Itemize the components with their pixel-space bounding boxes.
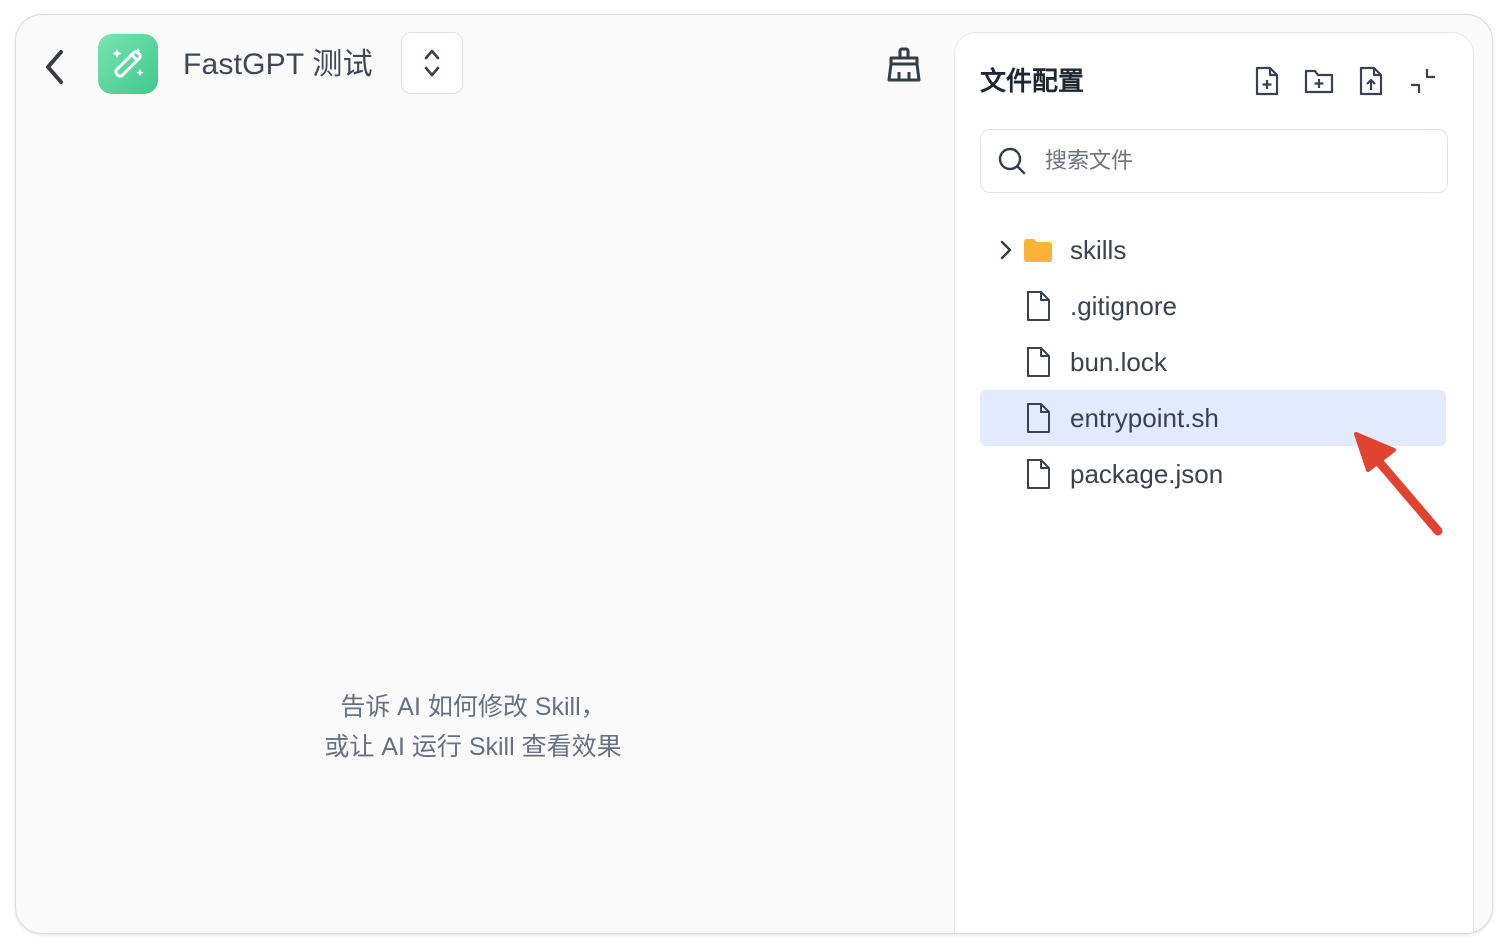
chevron-left-icon <box>46 50 63 84</box>
file-config-panel: 文件配置 搜索文件 skills .gitignore bun.lock ent… <box>954 32 1474 933</box>
clear-chat-button[interactable] <box>882 43 926 87</box>
upload-file-button[interactable] <box>1353 63 1389 99</box>
folder-icon <box>1024 239 1052 262</box>
search-icon <box>998 147 1026 175</box>
empty-chat-hint: 告诉 AI 如何修改 Skill， 或让 AI 运行 Skill 查看效果 <box>273 687 673 767</box>
collapse-icon <box>1411 69 1435 93</box>
file-icon <box>1027 347 1050 377</box>
file-icon <box>1027 291 1050 321</box>
file-search-input[interactable] <box>1043 140 1427 182</box>
tree-item-gitignore[interactable]: .gitignore <box>980 278 1446 334</box>
tree-item-skills[interactable]: skills <box>980 222 1446 278</box>
tree-item-bun-lock[interactable]: bun.lock <box>980 334 1446 390</box>
app-title: FastGPT 测试 <box>183 48 373 81</box>
file-icon <box>1027 459 1050 489</box>
tree-item-entrypoint-sh[interactable]: entrypoint.sh <box>980 390 1446 446</box>
new-file-icon <box>1255 66 1279 96</box>
new-folder-icon <box>1304 69 1334 94</box>
file-search-box <box>980 129 1448 193</box>
file-icon <box>1027 403 1050 433</box>
tree-item-label: entrypoint.sh <box>1070 403 1219 433</box>
tree-item-label: .gitignore <box>1070 291 1177 321</box>
chevron-right-icon[interactable] <box>994 238 1018 262</box>
app-window: FastGPT 测试 告诉 AI 如何修改 Skill， 或让 AI 运行 Sk… <box>16 15 1492 933</box>
file-tree: skills .gitignore bun.lock entrypoint.sh… <box>980 222 1446 502</box>
hint-line-2: 或让 AI 运行 Skill 查看效果 <box>324 733 622 761</box>
chevron-up-down-icon <box>424 49 440 77</box>
panel-title: 文件配置 <box>980 66 1085 96</box>
tree-item-label: package.json <box>1070 459 1224 489</box>
tree-item-package-json[interactable]: package.json <box>980 446 1446 502</box>
magic-wand-icon <box>112 48 144 78</box>
back-button[interactable] <box>40 47 70 87</box>
broom-icon <box>887 47 921 82</box>
app-switch-button[interactable] <box>401 32 463 94</box>
upload-file-icon <box>1359 66 1383 96</box>
new-folder-button[interactable] <box>1301 63 1337 99</box>
collapse-panel-button[interactable] <box>1405 63 1441 99</box>
hint-line-1: 告诉 AI 如何修改 Skill， <box>340 693 606 721</box>
app-icon <box>98 34 158 94</box>
tree-item-label: bun.lock <box>1070 347 1167 377</box>
new-file-button[interactable] <box>1249 63 1285 99</box>
tree-item-label: skills <box>1070 235 1127 265</box>
